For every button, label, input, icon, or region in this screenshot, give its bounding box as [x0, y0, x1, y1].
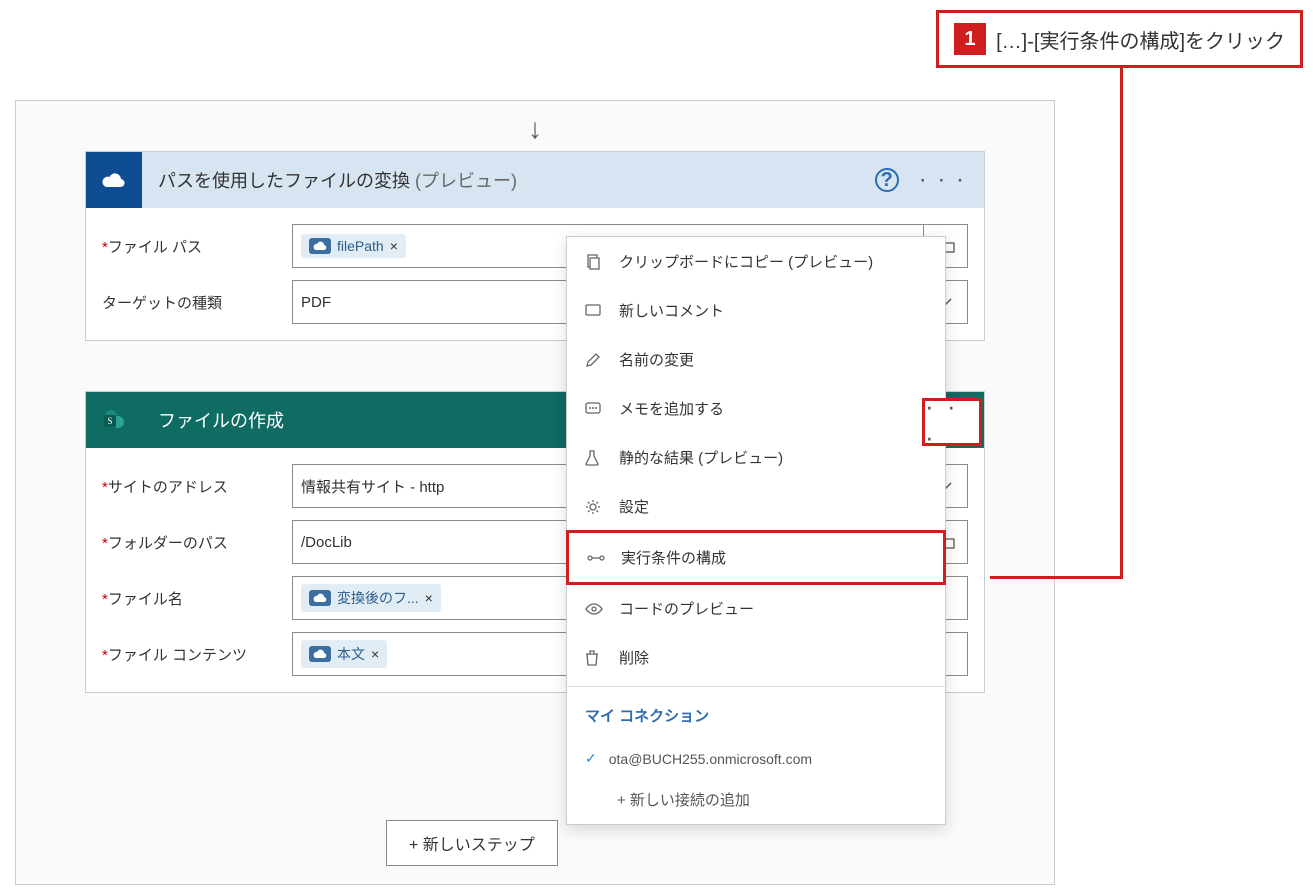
- token-remove-icon[interactable]: ×: [371, 646, 379, 662]
- comment-icon: [585, 304, 605, 318]
- run-after-icon: [587, 552, 607, 564]
- connection-item[interactable]: ✓ ota@BUCH255.onmicrosoft.com: [567, 740, 945, 777]
- menu-item-rename[interactable]: 名前の変更: [567, 335, 945, 384]
- card-title-suffix: (プレビュー): [415, 171, 517, 191]
- menu-item-delete[interactable]: 削除: [567, 633, 945, 682]
- instruction-callout: 1 […]-[実行条件の構成]をクリック: [936, 10, 1303, 68]
- menu-item-add-connection[interactable]: + 新しい接続の追加: [567, 777, 945, 824]
- token-remove-icon[interactable]: ×: [425, 590, 433, 606]
- field-label: *ファイル名: [102, 588, 292, 609]
- card-header[interactable]: パスを使用したファイルの変換 (プレビュー) ? · · ·: [86, 152, 984, 208]
- menu-item-static-result[interactable]: 静的な結果 (プレビュー): [567, 433, 945, 482]
- more-menu-button[interactable]: · · ·: [925, 391, 979, 453]
- token-label: 本文: [337, 644, 365, 664]
- callout-number: 1: [954, 23, 986, 55]
- menu-label: メモを追加する: [619, 398, 724, 419]
- field-label: *フォルダーのパス: [102, 532, 292, 553]
- field-label: ターゲットの種類: [102, 292, 292, 313]
- pencil-icon: [585, 352, 605, 368]
- trash-icon: [585, 650, 605, 666]
- copy-icon: [585, 254, 605, 270]
- token-remove-icon[interactable]: ×: [390, 238, 398, 254]
- menu-separator: [567, 686, 945, 687]
- callout-connector-horizontal: [990, 576, 1123, 579]
- new-step-button[interactable]: + 新しいステップ: [386, 820, 558, 866]
- flow-canvas: ↓ パスを使用したファイルの変換 (プレビュー) ? · · · *ファイル パ…: [15, 100, 1055, 885]
- more-button-highlight: · · ·: [922, 398, 982, 446]
- menu-label: 名前の変更: [619, 349, 694, 370]
- menu-label: クリップボードにコピー (プレビュー): [619, 251, 873, 272]
- sharepoint-icon: S: [86, 392, 142, 448]
- action-context-menu: クリップボードにコピー (プレビュー) 新しいコメント 名前の変更 メモを追加す…: [566, 236, 946, 825]
- menu-item-configure-run-after[interactable]: 実行条件の構成: [566, 530, 946, 585]
- menu-section-my-connection: マイ コネクション: [567, 691, 945, 740]
- menu-label: 静的な結果 (プレビュー): [619, 447, 783, 468]
- menu-label: 削除: [619, 647, 649, 668]
- more-menu-button[interactable]: · · ·: [913, 166, 972, 194]
- menu-item-add-note[interactable]: メモを追加する: [567, 384, 945, 433]
- menu-item-new-comment[interactable]: 新しいコメント: [567, 286, 945, 335]
- help-icon[interactable]: ?: [875, 168, 899, 192]
- flask-icon: [585, 450, 605, 466]
- field-label: *ファイル パス: [102, 236, 292, 257]
- note-icon: [585, 402, 605, 416]
- cloud-icon: [309, 590, 331, 606]
- dynamic-content-token[interactable]: 変換後のフ... ×: [301, 584, 441, 612]
- connection-email: ota@BUCH255.onmicrosoft.com: [609, 751, 812, 767]
- card-title: パスを使用したファイルの変換 (プレビュー): [142, 167, 875, 193]
- gear-icon: [585, 499, 605, 515]
- menu-item-settings[interactable]: 設定: [567, 482, 945, 531]
- onedrive-icon: [86, 152, 142, 208]
- card-title-text: パスを使用したファイルの変換: [158, 171, 410, 191]
- cloud-icon: [309, 646, 331, 662]
- field-label: *ファイル コンテンツ: [102, 644, 292, 665]
- callout-connector-vertical: [1120, 62, 1123, 579]
- token-label: filePath: [337, 238, 384, 254]
- flow-arrow-down-icon: ↓: [528, 113, 542, 145]
- dynamic-content-token[interactable]: 本文 ×: [301, 640, 387, 668]
- callout-text: […]-[実行条件の構成]をクリック: [996, 25, 1285, 54]
- svg-text:S: S: [107, 416, 112, 426]
- eye-icon: [585, 603, 605, 615]
- field-label: *サイトのアドレス: [102, 476, 292, 497]
- cloud-icon: [309, 238, 331, 254]
- menu-item-copy-clipboard[interactable]: クリップボードにコピー (プレビュー): [567, 237, 945, 286]
- menu-label: 実行条件の構成: [621, 547, 726, 568]
- menu-label: コードのプレビュー: [619, 598, 754, 619]
- dynamic-content-token[interactable]: filePath ×: [301, 234, 406, 258]
- token-label: 変換後のフ...: [337, 588, 419, 608]
- menu-label: 新しいコメント: [619, 300, 724, 321]
- menu-label: 設定: [619, 496, 649, 517]
- menu-item-peek-code[interactable]: コードのプレビュー: [567, 584, 945, 633]
- check-icon: ✓: [585, 750, 597, 767]
